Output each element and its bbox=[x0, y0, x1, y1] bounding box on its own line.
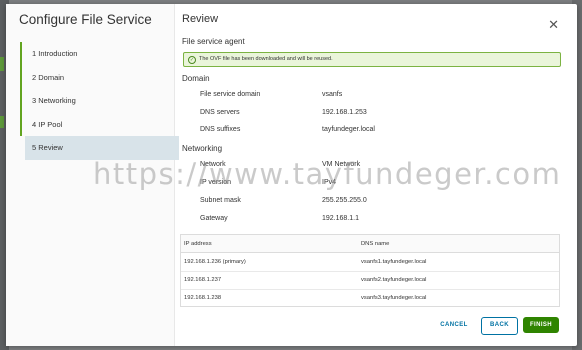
ip-version-label: IP version bbox=[200, 179, 231, 186]
ip-version-value: IPv4 bbox=[322, 179, 337, 186]
ip-address-cell: 192.168.1.236 (primary) bbox=[184, 259, 246, 265]
wizard-title: Configure File Service bbox=[19, 12, 152, 27]
table-header: IP address DNS name bbox=[181, 235, 559, 253]
step-complete-indicator bbox=[20, 89, 22, 113]
alert-message: The OVF file has been downloaded and wil… bbox=[199, 56, 333, 62]
step-review[interactable]: 5 Review bbox=[25, 136, 179, 160]
finish-button[interactable]: FINISH bbox=[523, 317, 559, 333]
subnet-mask-value: 255.255.255.0 bbox=[322, 197, 367, 204]
review-panel: ✕ Review File service agent ✓ The OVF fi… bbox=[180, 4, 577, 346]
step-introduction[interactable]: 1 Introduction bbox=[20, 42, 172, 66]
network-value: VM Network bbox=[322, 161, 361, 168]
file-service-domain-label: File service domain bbox=[200, 91, 261, 98]
table-row: 192.168.1.236 (primary) vsanfs1.tayfunde… bbox=[181, 253, 559, 272]
step-complete-indicator bbox=[20, 42, 22, 66]
step-label: 5 Review bbox=[32, 143, 63, 152]
cancel-button[interactable]: CANCEL bbox=[434, 317, 474, 333]
subnet-mask-label: Subnet mask bbox=[200, 197, 241, 204]
table-row: 192.168.1.238 vsanfs3.tayfundeger.local bbox=[181, 289, 559, 307]
step-domain[interactable]: 2 Domain bbox=[20, 65, 172, 89]
step-ip-pool[interactable]: 4 IP Pool bbox=[20, 112, 172, 136]
wizard-steps: 1 Introduction 2 Domain 3 Networking 4 I… bbox=[20, 42, 179, 160]
section-domain: Domain bbox=[182, 74, 210, 83]
background-indicator bbox=[0, 57, 4, 71]
step-complete-indicator bbox=[20, 65, 22, 89]
dns-servers-value: 192.168.1.253 bbox=[322, 109, 367, 116]
file-service-domain-value: vsanfs bbox=[322, 91, 343, 98]
step-label: 2 Domain bbox=[32, 72, 65, 82]
ip-pool-table: IP address DNS name 192.168.1.236 (prima… bbox=[180, 234, 560, 307]
column-header-ip-address: IP address bbox=[184, 240, 212, 247]
background-indicator bbox=[0, 116, 4, 128]
ip-address-cell: 192.168.1.237 bbox=[184, 277, 222, 283]
wizard-sidebar: Configure File Service 1 Introduction 2 … bbox=[6, 4, 179, 346]
dns-suffixes-label: DNS suffixes bbox=[200, 126, 241, 133]
dns-servers-label: DNS servers bbox=[200, 109, 240, 116]
check-circle-icon: ✓ bbox=[188, 55, 196, 64]
table-row: 192.168.1.237 vsanfs2.tayfundeger.local bbox=[181, 271, 559, 290]
column-header-dns-name: DNS name bbox=[361, 240, 390, 247]
step-complete-indicator bbox=[20, 112, 22, 136]
dns-name-cell: vsanfs3.tayfundeger.local bbox=[361, 295, 427, 301]
close-icon[interactable]: ✕ bbox=[548, 17, 559, 33]
step-networking[interactable]: 3 Networking bbox=[20, 89, 172, 113]
dns-suffixes-value: tayfundeger.local bbox=[322, 126, 375, 133]
section-networking: Networking bbox=[182, 144, 223, 153]
step-label: 3 Networking bbox=[32, 96, 76, 105]
network-label: Network bbox=[200, 161, 226, 168]
dns-name-cell: vsanfs2.tayfundeger.local bbox=[361, 277, 427, 283]
step-label: 4 IP Pool bbox=[32, 119, 63, 129]
page-title: Review bbox=[182, 13, 219, 25]
section-file-service-agent: File service agent bbox=[182, 37, 245, 46]
dns-name-cell: vsanfs1.tayfundeger.local bbox=[361, 259, 427, 265]
success-alert: ✓ The OVF file has been downloaded and w… bbox=[183, 52, 561, 67]
gateway-label: Gateway bbox=[200, 215, 228, 222]
gateway-value: 192.168.1.1 bbox=[322, 215, 359, 222]
step-label: 1 Introduction bbox=[32, 49, 78, 58]
configure-file-service-dialog: Configure File Service 1 Introduction 2 … bbox=[6, 4, 577, 346]
back-button[interactable]: BACK bbox=[481, 317, 518, 335]
ip-address-cell: 192.168.1.238 bbox=[184, 295, 222, 301]
